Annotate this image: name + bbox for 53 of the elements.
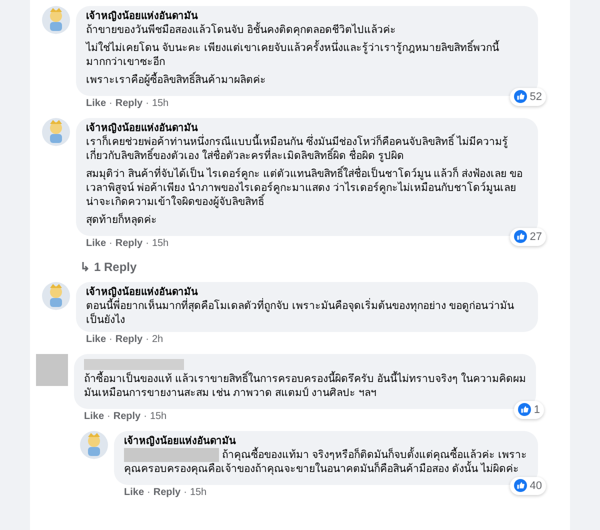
separator-dot: · bbox=[147, 487, 150, 500]
like-icon bbox=[518, 403, 531, 416]
comment-text: ถ้าขายของวันพีชมือสองแล้วโดนจับ อิชั้นคงติดคุกตลอดชีวิตไปแล้วค่ะ bbox=[86, 23, 397, 37]
reaction-count[interactable]: 27 bbox=[510, 228, 546, 246]
separator-dot: · bbox=[144, 411, 147, 423]
comment-time[interactable]: 2h bbox=[152, 334, 164, 346]
comment-text: สุดท้ายก็หลุดค่ะ bbox=[86, 213, 158, 227]
separator-dot: · bbox=[109, 238, 112, 250]
reply-link[interactable]: Reply bbox=[115, 238, 143, 250]
reply-link[interactable]: Reply bbox=[153, 487, 181, 500]
reaction-number: 1 bbox=[534, 402, 540, 418]
comment-text: ถ้าคุณซื้อของแท้มา จริงๆหรือก็ติดมันก็จบตั้งแต่คุณซื้อแล้วค่ะ เพราะคุณครอบครองคุณคือเจ้าของถ้าคุณจะขายในอนาคตมันก็คือสินค้ามือสอง ดังนั้น ไม่ผิดค่ะ bbox=[124, 448, 528, 476]
separator-dot: · bbox=[146, 334, 149, 346]
like-link[interactable]: Like bbox=[124, 487, 144, 500]
like-link[interactable]: Like bbox=[86, 98, 106, 110]
reply-link[interactable]: Reply bbox=[115, 334, 143, 346]
reaction-number: 52 bbox=[530, 90, 542, 104]
reply-link[interactable]: Reply bbox=[113, 411, 141, 423]
author-name[interactable]: เจ้าหญิงน้อยแห่งอันดามัน bbox=[124, 435, 528, 448]
separator-dot: · bbox=[146, 238, 149, 250]
comment-text: เพราะเราคือผู้ซื้อลิขสิทธิ์สินค้ามาผลิตค่ะ bbox=[86, 73, 528, 87]
like-link[interactable]: Like bbox=[86, 334, 106, 346]
reply-link[interactable]: Reply bbox=[115, 98, 143, 110]
reply-arrow-icon: ↳ bbox=[80, 258, 90, 276]
like-icon bbox=[514, 90, 527, 104]
reaction-count[interactable]: 52 bbox=[510, 88, 546, 106]
comment-text: ไม่ใช่ไม่เคยโดน จับนะคะ เพียงแต่เขาเคยจับแล้วครั้งหนึ่งและรู้ว่าเรารู้กฎหมายลิขสิทธิ์พวกนี้มากกว่าเขาซะอีก bbox=[86, 41, 528, 69]
separator-dot: · bbox=[109, 334, 112, 346]
author-name[interactable]: เจ้าหญิงน้อยแห่งอันดามัน bbox=[86, 286, 528, 299]
like-link[interactable]: Like bbox=[86, 238, 106, 250]
separator-dot: · bbox=[184, 487, 187, 500]
comment-text: ตอนนี้พี่อยากเห็นมากที่สุดคือโมเดลตัวที่ถูกจับ เพราะมันคือจุดเริ่มต้นของทุกอย่าง ขอดูก่อนว่ามันเป็นยังไง bbox=[86, 299, 515, 327]
reaction-count[interactable]: 1 bbox=[514, 400, 544, 419]
separator-dot: · bbox=[146, 98, 149, 110]
comment-text: เราก็เคยช่วยพ่อค้าท่านหนึ่งกรณีแบบนี้เหมือนกัน ซึ่งมันมีช่องโหว่ก็คือคนจับลิขสิทธิ์ ไม่มีความรู้เกี่ยวกับลิขสิทธิ์ของตัวเอง ใส่ชื่อตัวละครที่ละเมิดลิขสิทธิ์ผิด ชื่อผิด รูปผิด bbox=[86, 135, 528, 163]
comment-time[interactable]: 15h bbox=[150, 411, 167, 423]
reaction-number: 27 bbox=[530, 230, 542, 244]
comment-text: ถ้าซื้อมาเป็นของแท้ แล้วเราขายสิทธิ์ในการครอบครองนี้ผิดรึครับ อันนี้ไม่ทราบจริงๆ ในความคิดผมมันเหมือนการขายงานสะสม เช่น ภาพวาด สแตมป์ งานศิลปะ ฯลฯ bbox=[84, 372, 526, 400]
reaction-number: 40 bbox=[530, 478, 542, 494]
separator-dot: · bbox=[107, 411, 110, 423]
author-name[interactable]: เจ้าหญิงน้อยแห่งอันดามัน bbox=[86, 10, 528, 23]
separator-dot: · bbox=[109, 98, 112, 110]
comment-time[interactable]: 15h bbox=[152, 98, 169, 110]
view-replies-link[interactable]: ↳ 1 Reply bbox=[80, 258, 570, 276]
reaction-count[interactable]: 40 bbox=[510, 476, 546, 496]
author-name[interactable]: เจ้าหญิงน้อยแห่งอันดามัน bbox=[86, 122, 528, 135]
replies-count-text[interactable]: 1 Reply bbox=[94, 258, 137, 276]
comment-time[interactable]: 15h bbox=[190, 487, 207, 500]
like-link[interactable]: Like bbox=[84, 411, 104, 423]
like-icon bbox=[514, 230, 527, 244]
like-icon bbox=[514, 479, 527, 492]
comment-time[interactable]: 15h bbox=[152, 238, 169, 250]
comment-text: สมมุติว่า สินค้าที่จับได้เป็น ไรเดอร์คูกะ แต่ตัวแทนลิขสิทธิ์ใส่ชื่อเป็นชาโดว์มูน แล้วก็ ส่งฟ้องเลย ขอเวลาพิสูจน์ พ่อค้าเพียง นำภาพของไรเดอร์คูกะมาแสดง ว่าไรเดอร์คูกะไม่เหมือนกับชาโดว์มูนเลยน่าจะเกิดความเข้าใจผิดของผู้จับลิขสิทธิ์ bbox=[86, 167, 528, 209]
